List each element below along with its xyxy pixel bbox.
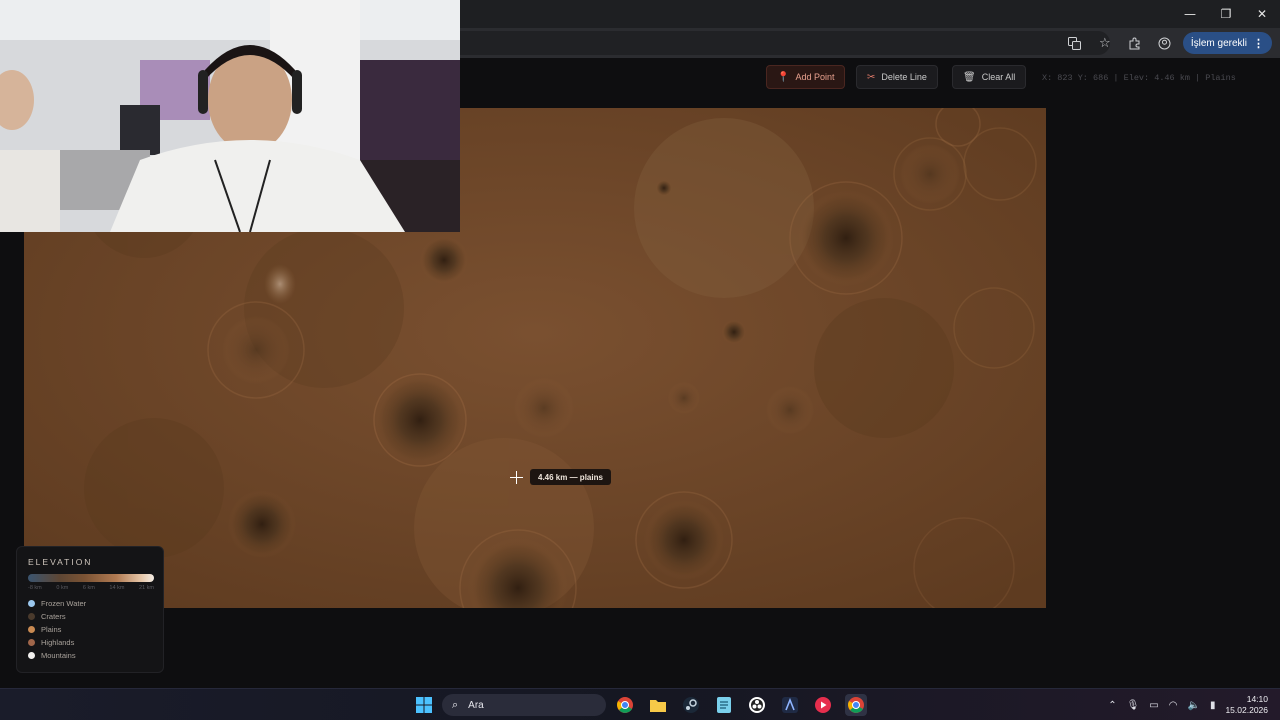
tick-label: 14 km (109, 585, 125, 591)
delete-line-label: Delete Line (881, 72, 927, 82)
trash-icon: 🗑 (963, 71, 976, 83)
more-menu-icon[interactable]: ⋮ (1253, 37, 1264, 50)
elevation-tooltip: 4.46 km — plains (530, 469, 611, 485)
gradient-ticks: -8 km 0 km 6 km 14 km 21 km (28, 585, 154, 591)
legend-label: Frozen Water (41, 599, 87, 608)
legend-dot (28, 613, 35, 620)
pin-icon: 📍 (777, 71, 790, 83)
tick-label: -8 km (28, 585, 42, 591)
legend-item-mountains: Mountains (28, 651, 152, 660)
windows-start-icon[interactable] (413, 694, 435, 716)
file-explorer-icon[interactable] (647, 694, 669, 716)
window-controls: — ❐ ✕ (1172, 0, 1280, 28)
elevation-legend: ELEVATION -8 km 0 km 6 km 14 km 21 km Fr… (16, 546, 164, 673)
legend-label: Highlands (41, 638, 75, 647)
search-icon: ⌕ (452, 698, 459, 711)
legend-item-plains: Plains (28, 625, 152, 634)
clear-all-label: Clear All (981, 72, 1016, 82)
address-bar[interactable] (440, 31, 1110, 55)
webcam-video (0, 0, 460, 232)
tick-label: 6 km (82, 585, 95, 591)
legend-dot (28, 652, 35, 659)
translate-icon[interactable] (1063, 31, 1087, 55)
extensions-icon[interactable] (1123, 31, 1147, 55)
account-icon[interactable] (1153, 31, 1177, 55)
legend-dot (28, 626, 35, 633)
wifi-icon[interactable]: ◠ (1169, 700, 1178, 711)
legend-label: Craters (41, 612, 66, 621)
legend-title: ELEVATION (28, 557, 93, 567)
legend-label: Plains (41, 625, 62, 634)
screen: — ❐ ✕ ☆ İşlem gerekli ⋮ 📍 Add Point ✂ De… (0, 0, 1280, 720)
media-icon[interactable] (812, 694, 834, 716)
elevation-gradient-bar (28, 574, 154, 582)
cursor-crosshair (510, 471, 523, 484)
steam-icon[interactable] (680, 694, 702, 716)
webcam-overlay (0, 0, 460, 232)
scissors-icon: ✂ (867, 71, 876, 83)
legend-label: Mountains (41, 651, 76, 660)
legend-item-craters: Craters (28, 612, 152, 621)
legend-item-highlands: Highlands (28, 638, 152, 647)
clock-date: 15.02.2026 (1225, 705, 1268, 715)
add-point-button[interactable]: 📍 Add Point (766, 65, 846, 89)
legend-item-frozen-water: Frozen Water (28, 599, 152, 608)
star-icon[interactable]: ☆ (1093, 31, 1117, 55)
minimize-button[interactable]: — (1172, 0, 1208, 28)
legend-dot (28, 600, 35, 607)
os-taskbar: ⌕ Ara ⌃ 🎙 ▭ ◠ 🔈 ▮ 14:10 15.02.2026 (0, 688, 1280, 720)
tick-label: 21 km (139, 585, 154, 591)
app-a-icon[interactable] (779, 694, 801, 716)
chrome-icon[interactable] (614, 694, 636, 716)
tick-label: 0 km (56, 585, 69, 591)
clock[interactable]: 14:10 15.02.2026 (1225, 694, 1268, 716)
maximize-button[interactable]: ❐ (1208, 0, 1244, 28)
battery-icon[interactable]: ▮ (1210, 700, 1216, 711)
clock-time: 14:10 (1246, 694, 1268, 704)
notepad-icon[interactable] (713, 694, 735, 716)
obs-icon[interactable] (746, 694, 768, 716)
profile-action-label: İşlem gerekli (1190, 37, 1247, 49)
microphone-icon[interactable]: 🎙 (1127, 700, 1140, 711)
clear-all-button[interactable]: 🗑 Clear All (952, 65, 1027, 89)
legend-dot (28, 639, 35, 646)
legend-list: Frozen Water Craters Plains Highlands Mo… (28, 599, 152, 660)
screen-icon[interactable]: ▭ (1149, 700, 1158, 711)
chevron-up-icon[interactable]: ⌃ (1108, 700, 1116, 711)
coordinates-readout: X: 823 Y: 686 | Elev: 4.46 km | Plains (1042, 73, 1236, 83)
delete-line-button[interactable]: ✂ Delete Line (856, 65, 938, 89)
volume-icon[interactable]: 🔈 (1187, 700, 1199, 711)
add-point-label: Add Point (795, 72, 835, 82)
profile-action-button[interactable]: İşlem gerekli ⋮ (1182, 32, 1272, 54)
taskbar-search[interactable]: ⌕ Ara (442, 694, 606, 716)
system-tray: ⌃ 🎙 ▭ ◠ 🔈 ▮ 14:10 15.02.2026 (1108, 689, 1268, 720)
toolbar-icons: ☆ İşlem gerekli ⋮ (1063, 31, 1272, 55)
search-placeholder: Ara (468, 699, 484, 711)
close-button[interactable]: ✕ (1244, 0, 1280, 28)
chrome-active-icon[interactable] (845, 694, 867, 716)
